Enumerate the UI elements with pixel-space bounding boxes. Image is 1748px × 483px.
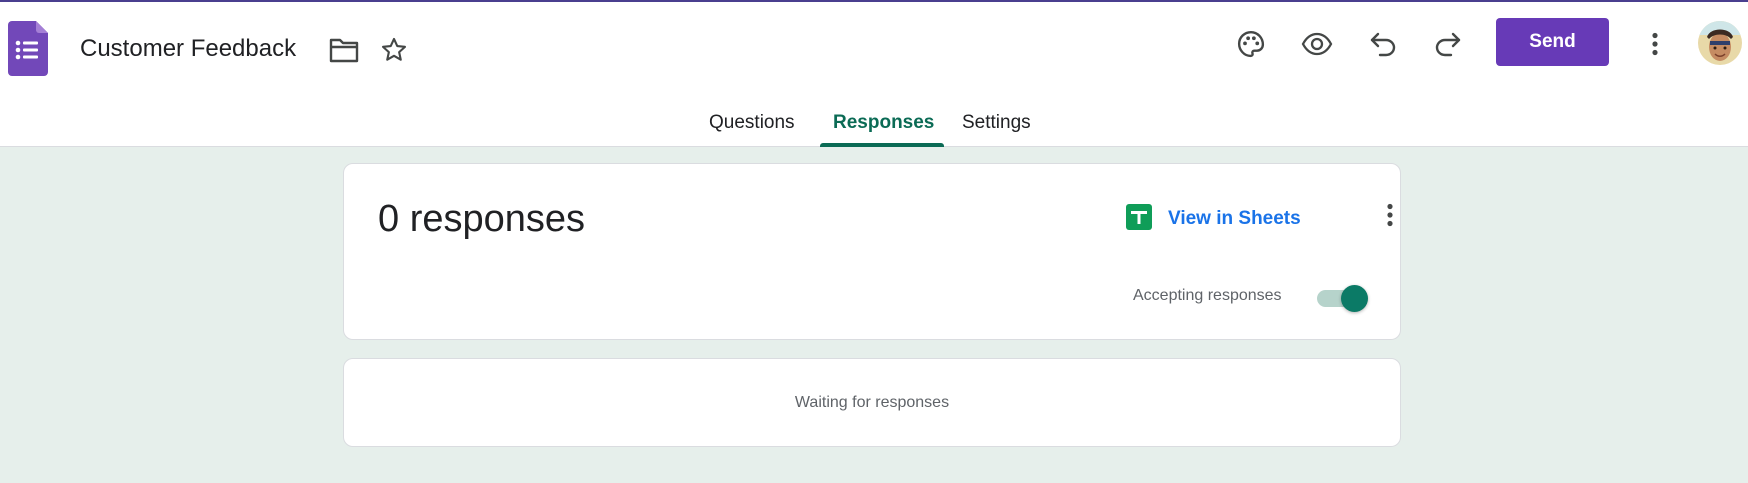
form-title[interactable]: Customer Feedback [80, 35, 296, 63]
responses-summary-card: 0 responses View in Sheets Accepting res… [343, 163, 1401, 340]
view-in-sheets-label: View in Sheets [1168, 208, 1301, 229]
google-sheets-icon [1126, 203, 1152, 235]
palette-icon[interactable] [1227, 20, 1275, 68]
more-vert-icon[interactable] [1370, 195, 1410, 235]
eye-icon[interactable] [1293, 20, 1341, 68]
undo-icon[interactable] [1359, 20, 1407, 68]
view-in-sheets-link[interactable]: View in Sheets [1126, 203, 1301, 235]
more-vert-icon[interactable] [1631, 20, 1679, 68]
tab-questions[interactable]: Questions [709, 112, 795, 134]
accepting-responses-toggle[interactable] [1317, 282, 1369, 312]
folder-icon[interactable] [320, 26, 368, 74]
empty-responses-card: Waiting for responses [343, 358, 1401, 447]
waiting-for-responses-text: Waiting for responses [794, 394, 950, 411]
redo-icon[interactable] [1424, 20, 1472, 68]
form-tabs: Questions Responses Settings [0, 98, 1748, 147]
response-count: 0 responses [378, 198, 586, 240]
accepting-responses-label: Accepting responses [1133, 287, 1282, 304]
star-icon[interactable] [370, 26, 418, 74]
tab-settings[interactable]: Settings [962, 112, 1031, 134]
active-tab-indicator [820, 143, 944, 147]
toggle-knob [1341, 285, 1368, 312]
send-button[interactable]: Send [1496, 18, 1609, 66]
tab-responses[interactable]: Responses [833, 112, 934, 134]
form-header: Customer Feedback Send Questions Respons… [0, 2, 1748, 147]
account-avatar[interactable] [1698, 21, 1742, 65]
google-forms-icon[interactable] [8, 21, 48, 76]
